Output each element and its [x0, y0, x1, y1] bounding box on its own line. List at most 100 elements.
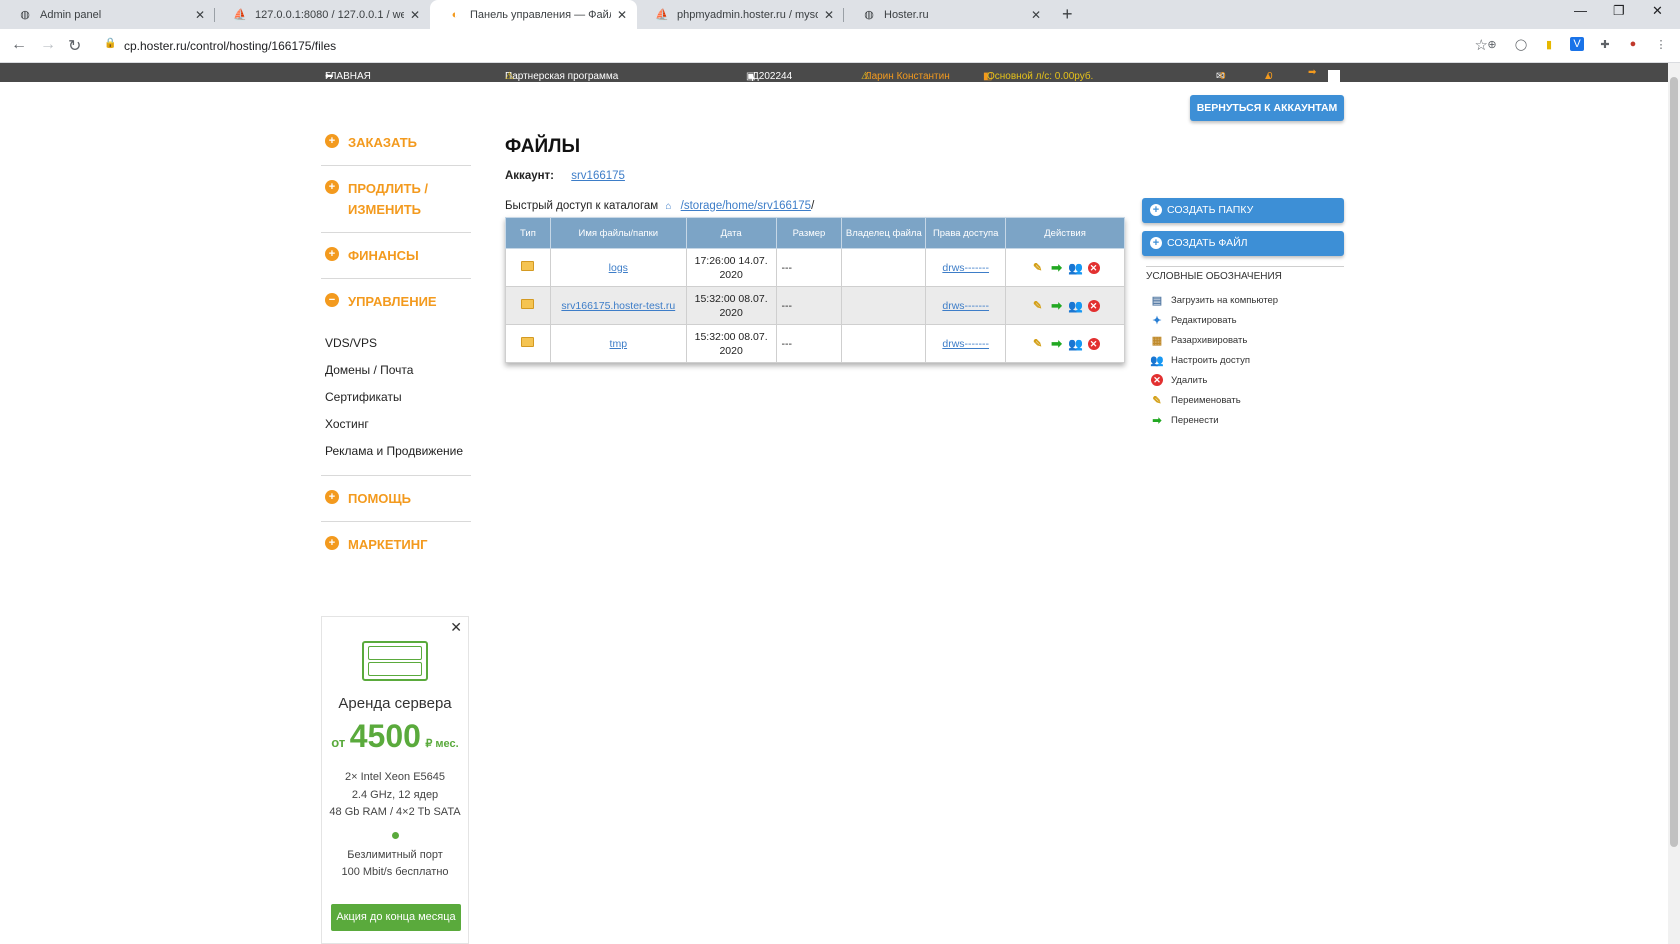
- header-name[interactable]: Имя файлы/папки: [549, 217, 687, 249]
- globe-icon: ◍: [20, 9, 30, 21]
- header-date[interactable]: Дата: [685, 217, 777, 249]
- rename-pencil-icon[interactable]: ✎: [1031, 261, 1045, 275]
- tab-phpmyadmin-hoster[interactable]: ⛵ phpmyadmin.hoster.ru / mysql-1 ✕: [637, 0, 844, 29]
- perms-link[interactable]: drws-------: [942, 300, 989, 312]
- site-top-bar: ⬅ ГЛАВНАЯ Партнерская программа ⚠ ▣ Д202…: [0, 63, 1668, 83]
- price-from: от: [331, 735, 346, 750]
- legend-title: УСЛОВНЫЕ ОБОЗНАЧЕНИЯ: [1146, 266, 1344, 282]
- url-field[interactable]: 🔒 cp.hoster.ru/control/hosting/166175/fi…: [98, 33, 1488, 59]
- date-year: 2020: [719, 344, 743, 357]
- submenu-item-hosting[interactable]: Хостинг: [325, 411, 471, 438]
- files-table: Тип Имя файлы/папки Дата Размер Владелец…: [505, 217, 1125, 363]
- logout-arrow-icon[interactable]: ➡: [1308, 67, 1316, 78]
- back-to-accounts-button[interactable]: ВЕРНУТЬСЯ К АККАУНТАМ: [1190, 95, 1344, 121]
- plus-icon: +: [1150, 204, 1162, 216]
- translate-extension-icon[interactable]: ⊕: [1485, 37, 1499, 51]
- delete-icon[interactable]: ✕: [1087, 261, 1100, 274]
- folder-link[interactable]: srv166175.hoster-test.ru: [561, 300, 675, 312]
- restore-icon[interactable]: ❐: [1613, 3, 1625, 19]
- move-arrow-icon[interactable]: ➡: [1050, 298, 1064, 313]
- home-label: ГЛАВНАЯ: [325, 71, 371, 82]
- rename-pencil-icon[interactable]: ✎: [1031, 337, 1045, 351]
- v-extension-icon[interactable]: V: [1570, 37, 1584, 51]
- actions-cell: ✎ ➡ 👥 ✕: [1005, 286, 1125, 325]
- new-tab-icon[interactable]: +: [1062, 4, 1073, 25]
- profile-avatar-icon[interactable]: ●: [1626, 37, 1640, 51]
- promo-cta-button[interactable]: Акция до конца месяца: [331, 904, 461, 931]
- date-cell: 17:26:00 14.07. 2020: [685, 248, 777, 287]
- browser-menu-icon[interactable]: ⋮: [1654, 37, 1668, 51]
- header-perms[interactable]: Права доступа: [925, 217, 1007, 249]
- header-owner[interactable]: Владелец файла: [841, 217, 927, 249]
- access-users-icon[interactable]: 👥: [1068, 299, 1083, 313]
- tab-files-active[interactable]: ◐ Панель управления — Файлы ✕: [430, 0, 637, 29]
- sidebar-item-finance[interactable]: + ФИНАНСЫ: [321, 233, 471, 279]
- sidebar-item-label: УПРАВЛЕНИЕ: [348, 294, 437, 309]
- actions-cell: ✎ ➡ 👥 ✕: [1005, 248, 1125, 287]
- folder-link[interactable]: logs: [609, 262, 628, 274]
- scrollbar-thumb[interactable]: [1670, 77, 1678, 847]
- reload-icon[interactable]: ↻: [68, 36, 81, 56]
- minimize-icon[interactable]: —: [1574, 3, 1587, 18]
- table-row: srv166175.hoster-test.ru 15:32:00 08.07.…: [505, 286, 1125, 325]
- legend-label: Редактировать: [1171, 314, 1237, 326]
- sidebar-item-marketing[interactable]: + МАРКЕТИНГ: [321, 522, 471, 567]
- page-title: ФАЙЛЫ: [505, 136, 581, 157]
- close-tab-icon[interactable]: ✕: [410, 8, 420, 22]
- page-scrollbar[interactable]: [1668, 63, 1680, 944]
- create-folder-button[interactable]: + СОЗДАТЬ ПАПКУ: [1142, 198, 1344, 223]
- tab-admin-panel[interactable]: ◍ Admin panel ✕: [0, 0, 215, 29]
- sidebar-item-order[interactable]: + ЗАКАЗАТЬ: [321, 120, 471, 166]
- plus-circle-icon: +: [325, 134, 339, 148]
- close-icon[interactable]: ✕: [450, 619, 462, 636]
- move-arrow-icon[interactable]: ➡: [1050, 260, 1064, 275]
- delete-icon[interactable]: ✕: [1087, 299, 1100, 312]
- delete-icon[interactable]: ✕: [1087, 337, 1100, 350]
- folder-icon[interactable]: [521, 336, 535, 347]
- sidebar-item-help[interactable]: + ПОМОЩЬ: [321, 476, 471, 522]
- download-icon: ▤: [1151, 294, 1163, 307]
- close-tab-icon[interactable]: ✕: [195, 8, 205, 22]
- forward-icon[interactable]: →: [40, 36, 56, 54]
- submenu-item-domains[interactable]: Домены / Почта: [325, 357, 471, 384]
- hoster-icon: ◐: [451, 8, 459, 21]
- quick-path-link[interactable]: /storage/home/srv166175: [681, 200, 811, 212]
- mail-count: 0: [1220, 71, 1226, 82]
- home-icon[interactable]: ⌂: [665, 201, 671, 212]
- size-cell: ---: [775, 324, 843, 363]
- move-arrow-icon[interactable]: ➡: [1050, 336, 1064, 351]
- perms-link[interactable]: drws-------: [942, 338, 989, 350]
- access-users-icon[interactable]: 👥: [1068, 261, 1083, 275]
- sidebar-item-renew[interactable]: + ПРОДЛИТЬ / ИЗМЕНИТЬ: [321, 166, 471, 233]
- perms-link[interactable]: drws-------: [942, 262, 989, 274]
- plus-circle-icon: +: [325, 247, 339, 261]
- extensions-puzzle-icon[interactable]: ✚: [1598, 37, 1612, 51]
- quick-access: Быстрый доступ к каталогам ⌂ /storage/ho…: [505, 200, 814, 212]
- rename-pencil-icon[interactable]: ✎: [1031, 299, 1045, 313]
- name-cell: tmp: [549, 324, 687, 363]
- close-tab-icon[interactable]: ✕: [1031, 8, 1041, 22]
- green-dot-icon: [391, 831, 399, 839]
- create-file-button[interactable]: + СОЗДАТЬ ФАЙЛ: [1142, 231, 1344, 256]
- close-tab-icon[interactable]: ✕: [617, 8, 627, 22]
- circle-extension-icon[interactable]: ◯: [1514, 37, 1528, 51]
- tab-hoster[interactable]: ◍ Hoster.ru ✕: [844, 0, 1051, 29]
- folder-link[interactable]: tmp: [610, 338, 628, 350]
- legend-item: ▦ Разархивировать: [1150, 330, 1278, 350]
- submenu-item-certificates[interactable]: Сертификаты: [325, 384, 471, 411]
- legend-item: ➡ Перенести: [1150, 410, 1278, 430]
- close-window-icon[interactable]: ✕: [1652, 3, 1663, 19]
- account-link[interactable]: srv166175: [571, 170, 625, 182]
- folder-icon[interactable]: [521, 298, 535, 309]
- access-users-icon[interactable]: 👥: [1068, 337, 1083, 351]
- header-size[interactable]: Размер: [775, 217, 843, 249]
- tab-phpmyadmin-local[interactable]: ⛵ 127.0.0.1:8080 / 127.0.0.1 / webs ✕: [215, 0, 430, 29]
- notes-extension-icon[interactable]: ▮: [1542, 37, 1556, 51]
- sidebar-item-manage[interactable]: − УПРАВЛЕНИЕ: [321, 279, 471, 324]
- submenu-item-vds[interactable]: VDS/VPS: [325, 330, 471, 357]
- header-type[interactable]: Тип: [505, 217, 551, 249]
- folder-icon[interactable]: [521, 260, 535, 271]
- close-tab-icon[interactable]: ✕: [824, 8, 834, 22]
- submenu-item-ads[interactable]: Реклама и Продвижение: [325, 438, 471, 465]
- back-icon[interactable]: ←: [11, 36, 27, 54]
